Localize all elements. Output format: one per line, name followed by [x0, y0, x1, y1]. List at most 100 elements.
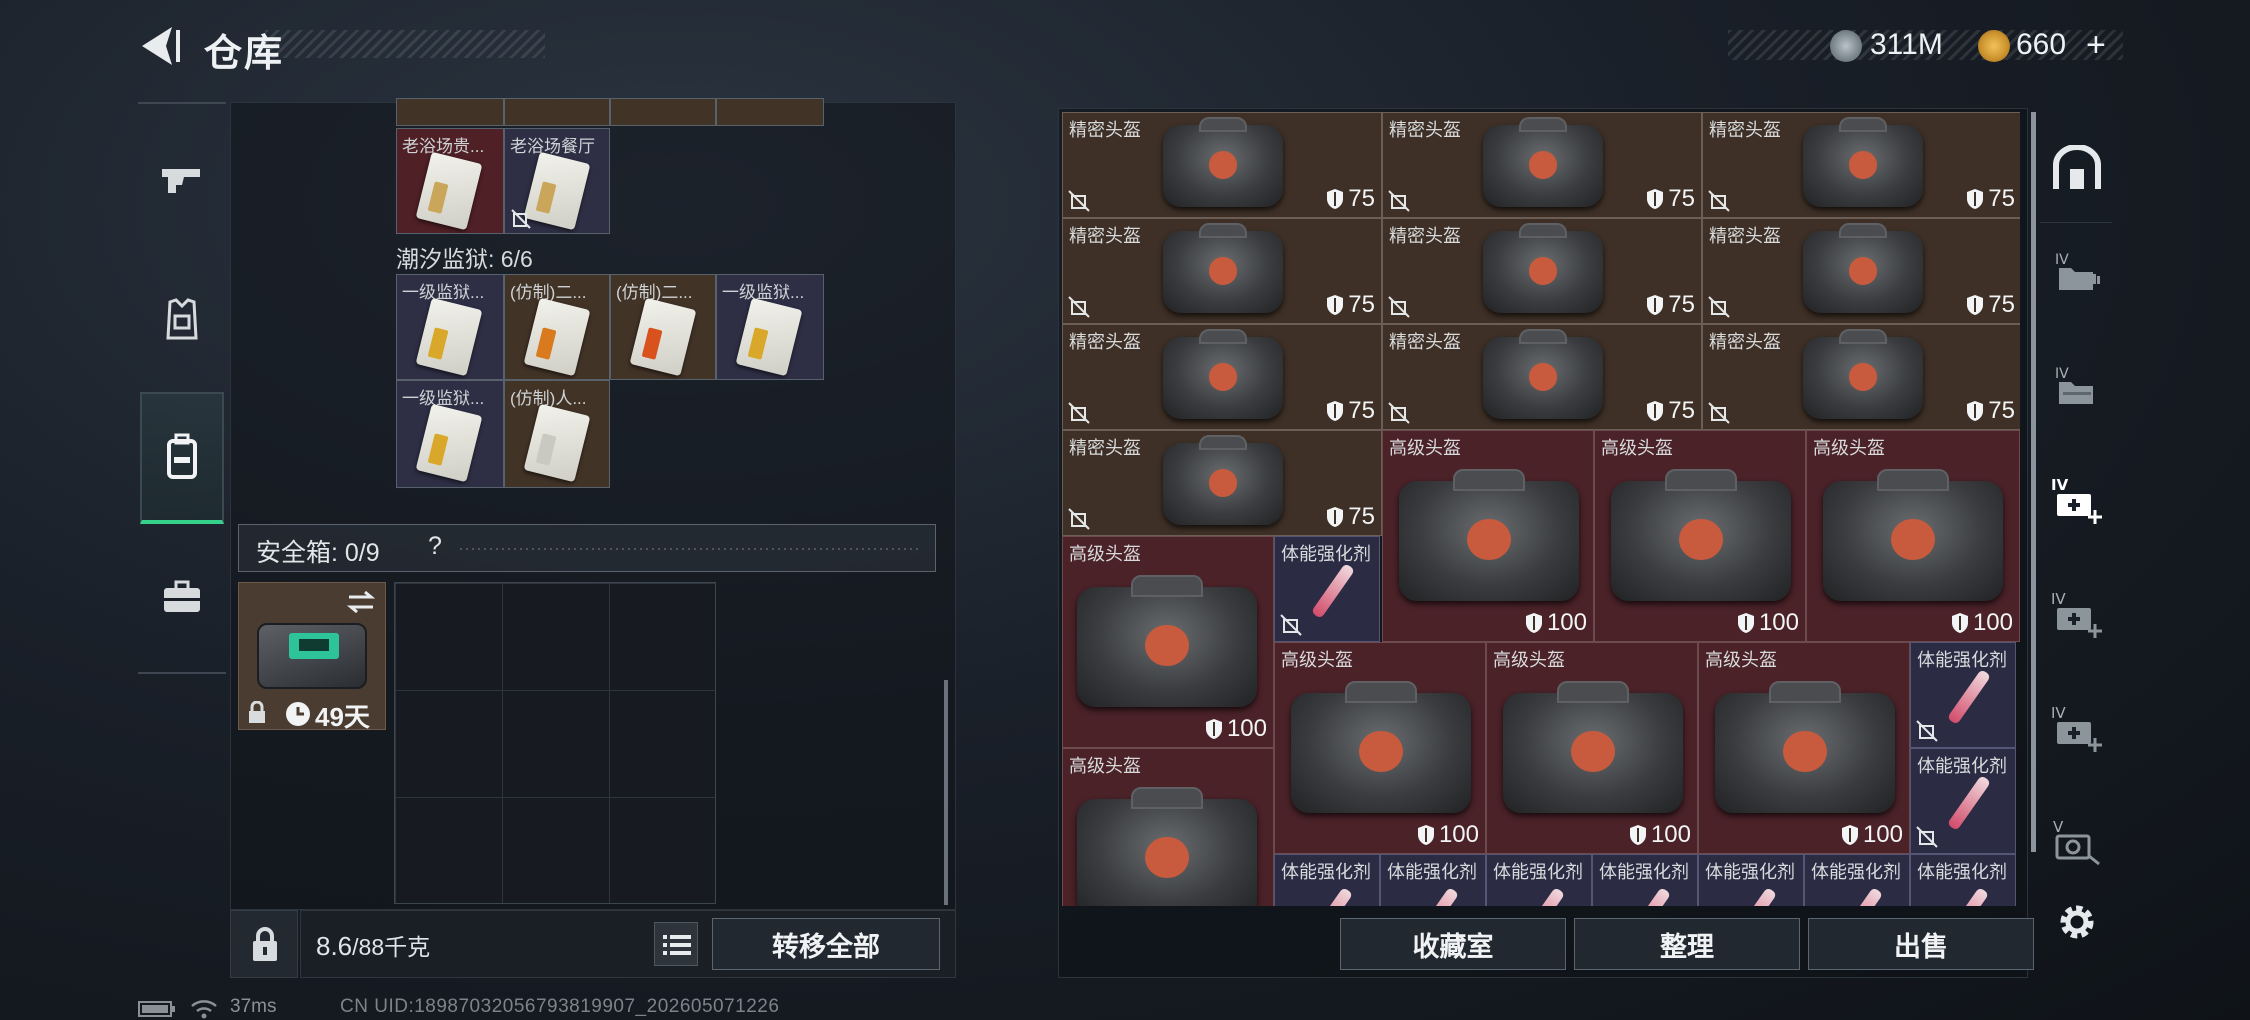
back-button[interactable] — [136, 24, 184, 68]
durability: 75 — [1646, 185, 1695, 213]
durability-shield-icon — [1417, 825, 1434, 845]
stamina-booster-item[interactable]: 体能强化剂 — [1910, 748, 2016, 854]
svg-text:IV: IV — [2051, 590, 2066, 608]
item-slot[interactable] — [504, 98, 610, 126]
item-label: 体能强化剂 — [1811, 862, 1901, 882]
no-carry-icon — [1068, 402, 1090, 424]
syringe-icon — [1626, 886, 1672, 906]
tab-divider — [2040, 222, 2112, 223]
stamina-booster-item[interactable]: 体能强化剂 — [1910, 642, 2016, 748]
nav-backpack[interactable] — [140, 392, 224, 524]
storage-tab-all[interactable] — [2043, 128, 2111, 208]
advanced-helmet-item[interactable]: 高级头盔 — [1062, 748, 1274, 906]
nav-equipment[interactable] — [140, 278, 224, 360]
settings-button[interactable] — [2043, 882, 2111, 962]
help-button[interactable]: ? — [428, 532, 442, 561]
durability-value: 75 — [1348, 291, 1375, 318]
storage-tab-add[interactable]: IV — [2043, 574, 2111, 654]
nav-case[interactable] — [140, 556, 224, 638]
precision-helmet-item[interactable]: 精密头盔 75 — [1702, 218, 2020, 324]
lock-button[interactable] — [230, 910, 298, 978]
safe-box-item[interactable]: 49天 — [238, 582, 386, 732]
storage-tab-4[interactable]: IV — [2043, 232, 2111, 312]
transfer-all-button[interactable]: 转移全部 — [712, 918, 940, 970]
durability-shield-icon — [1967, 295, 1984, 315]
stamina-booster-item[interactable]: 体能强化剂 — [1910, 854, 2016, 906]
collection-room-button[interactable]: 收藏室 — [1340, 918, 1566, 970]
precision-helmet-item[interactable]: 精密头盔 75 — [1062, 324, 1382, 430]
no-carry-icon — [1708, 190, 1730, 212]
helmet-bag-icon — [1163, 116, 1283, 207]
keycard-item[interactable]: 一级监狱... — [396, 274, 504, 380]
precision-helmet-item[interactable]: 精密头盔 75 — [1382, 112, 1702, 218]
helmet-bag-icon — [1077, 787, 1257, 906]
precision-helmet-item[interactable]: 精密头盔 75 — [1382, 218, 1702, 324]
helmet-bag-icon — [1291, 681, 1471, 813]
add-storage-icon: IV — [2051, 590, 2102, 638]
safe-box-grid[interactable] — [394, 582, 716, 904]
item-label: 高级头盔 — [1281, 650, 1353, 670]
keycard-item[interactable]: 老浴场餐厅 — [504, 128, 610, 234]
keycard-item[interactable]: 一级监狱... — [716, 274, 824, 380]
helmet-bag-icon — [1823, 469, 2003, 601]
keycard-item[interactable]: (仿制)人... — [504, 380, 610, 488]
durability-value: 75 — [1668, 185, 1695, 212]
advanced-helmet-item[interactable]: 高级头盔 100 — [1806, 430, 2020, 642]
keycard-item[interactable]: (仿制)二... — [610, 274, 716, 380]
silver-coin-icon — [1830, 30, 1862, 62]
keycard-item[interactable]: 一级监狱... — [396, 380, 504, 488]
stamina-booster-item[interactable]: 体能强化剂 — [1804, 854, 1910, 906]
storage-tab-add-active[interactable]: IV — [2043, 460, 2111, 540]
lock-icon — [253, 927, 277, 961]
durability-value: 75 — [1668, 291, 1695, 318]
vest-icon — [166, 298, 198, 340]
precision-helmet-item[interactable]: 精密头盔 75 — [1062, 112, 1382, 218]
nav-weapons[interactable] — [140, 138, 224, 220]
precision-helmet-item[interactable]: 精密头盔 75 — [1062, 218, 1382, 324]
advanced-helmet-item[interactable]: 高级头盔 100 — [1594, 430, 1806, 642]
keycard-icon — [523, 297, 591, 377]
swap-icon[interactable] — [345, 589, 377, 615]
stamina-booster-item[interactable]: 体能强化剂 — [1274, 854, 1380, 906]
no-carry-icon — [1708, 296, 1730, 318]
sort-button[interactable]: 整理 — [1574, 918, 1800, 970]
list-view-button[interactable] — [654, 922, 698, 966]
precision-helmet-item[interactable]: 精密头盔 75 — [1702, 324, 2020, 430]
item-label: 体能强化剂 — [1917, 756, 2007, 776]
stamina-booster-item[interactable]: 体能强化剂 — [1380, 854, 1486, 906]
helmet-bag-icon — [1483, 222, 1603, 313]
keycard-item[interactable]: (仿制)二... — [504, 274, 610, 380]
advanced-helmet-item[interactable]: 高级头盔 100 — [1382, 430, 1594, 642]
stamina-booster-item[interactable]: 体能强化剂 — [1592, 854, 1698, 906]
advanced-helmet-item[interactable]: 高级头盔 100 — [1274, 642, 1486, 854]
gear-icon — [2060, 905, 2094, 939]
keycard-item[interactable]: 老浴场贵... — [396, 128, 504, 234]
item-slot[interactable] — [396, 98, 504, 126]
item-slot[interactable] — [716, 98, 824, 126]
no-carry-icon — [1280, 614, 1302, 636]
precision-helmet-item[interactable]: 精密头盔 75 — [1382, 324, 1702, 430]
durability: 75 — [1326, 185, 1375, 213]
item-slot[interactable] — [610, 98, 716, 126]
stamina-booster-item[interactable]: 体能强化剂 — [1698, 854, 1804, 906]
advanced-helmet-item[interactable]: 高级头盔 100 — [1698, 642, 1910, 854]
wifi-icon — [191, 1000, 217, 1019]
scrollbar[interactable] — [2031, 112, 2036, 852]
durability-value: 75 — [1348, 185, 1375, 212]
storage-tab-4b[interactable]: IV — [2043, 346, 2111, 426]
no-carry-icon — [1708, 402, 1730, 424]
add-currency-button[interactable]: + — [2086, 26, 2106, 65]
scrollbar[interactable] — [944, 680, 948, 905]
precision-helmet-item[interactable]: 精密头盔 75 — [1702, 112, 2020, 218]
storage-tab-add[interactable]: IV — [2043, 688, 2111, 768]
storage-tab-search[interactable]: V — [2043, 802, 2111, 882]
advanced-helmet-item[interactable]: 高级头盔 100 — [1062, 536, 1274, 748]
sell-button[interactable]: 出售 — [1808, 918, 2034, 970]
carry-weight: 8.6/88千克 — [316, 928, 430, 962]
durability-value: 75 — [1348, 503, 1375, 530]
stamina-booster-item[interactable]: 体能强化剂 — [1486, 854, 1592, 906]
stamina-booster-item[interactable]: 体能强化剂 — [1274, 536, 1380, 642]
precision-helmet-item[interactable]: 精密头盔 75 — [1062, 430, 1382, 536]
advanced-helmet-item[interactable]: 高级头盔 100 — [1486, 642, 1698, 854]
durability: 100 — [1737, 609, 1799, 637]
